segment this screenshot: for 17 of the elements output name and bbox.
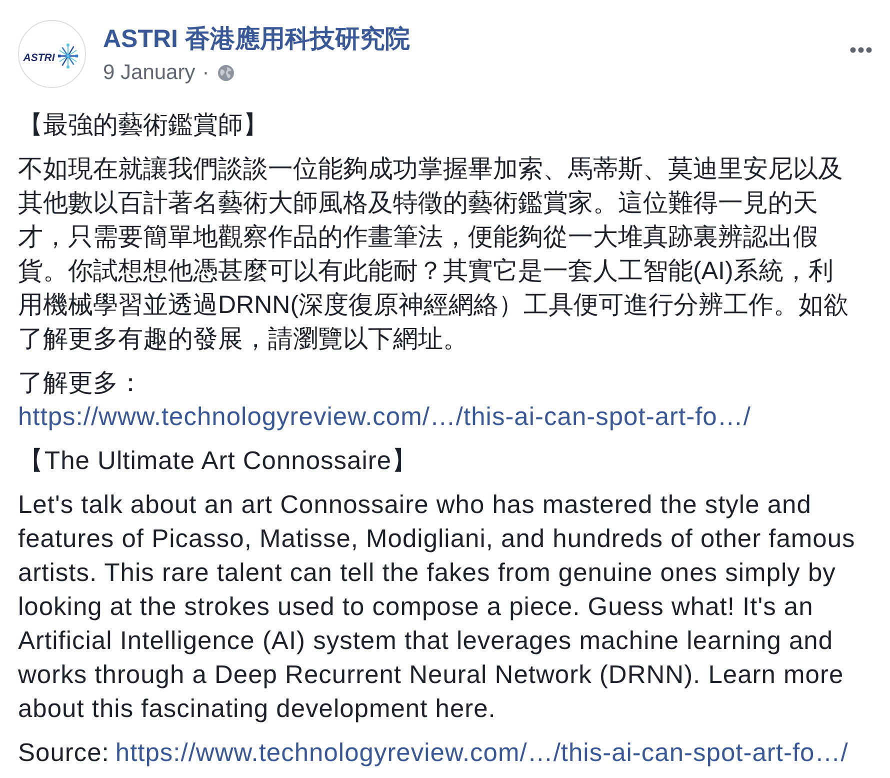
starburst-icon xyxy=(56,43,79,69)
separator-dot: · xyxy=(202,60,210,86)
section-heading: 【The Ultimate Art Connossaire】 xyxy=(18,446,420,477)
link-label: Source: xyxy=(18,738,110,769)
article-link[interactable]: https://www.technologyreview.com/…/this-ai-can-spot-art-fo…/ xyxy=(115,736,848,770)
more-button[interactable] xyxy=(850,47,872,53)
post-paragraph: Let's talk about an art Connossaire who has mastered the style and features of Picasso, Matisse, Modigliani, and hundreds of other famous artists. This rare talent can tell the fakes from genuine ones simply by looking at the strokes used to compose a piece. Guess what! It's an Artificial Intelligence (AI) system that leverages machine learning and works through a Deep Recurrent Neural Network (DRNN). Learn more about this fascinating development here. xyxy=(18,490,856,725)
article-link[interactable]: https://www.technologyreview.com/…/this-ai-can-spot-art-fo…/ xyxy=(18,400,751,434)
page-name-link[interactable]: ASTRI 香港應用科技研究院 xyxy=(103,22,410,56)
post-paragraph: 不如現在就讓我們談談一位能夠成功掌握畢加索、馬蒂斯、莫迪里安尼以及其他數以百計著名藝術大師風格及特徵的藝術鑑賞家。這位難得一見的天才，只需要簡單地觀察作品的作畫筆法，便能夠從一大堆真跡裏辨認出假貨。你試想想他憑甚麼可以有此能耐？其實它是一套人工智能(AI)系統，利用機械學習並透過DRNN(深度復原神經網絡）工具便可進行分辨工作。如欲了解更多有趣的發展，請瀏覽以下網址。 xyxy=(18,154,850,355)
page-avatar[interactable]: ASTRI xyxy=(18,20,86,88)
section-heading: 【最強的藝術鑑賞師】 xyxy=(18,110,269,141)
post-date-link[interactable]: 9 January xyxy=(103,58,196,88)
link-label: 了解更多： xyxy=(18,368,143,399)
logo-text: ASTRI xyxy=(23,52,55,64)
more-icon xyxy=(850,47,872,53)
globe-icon xyxy=(218,65,234,81)
